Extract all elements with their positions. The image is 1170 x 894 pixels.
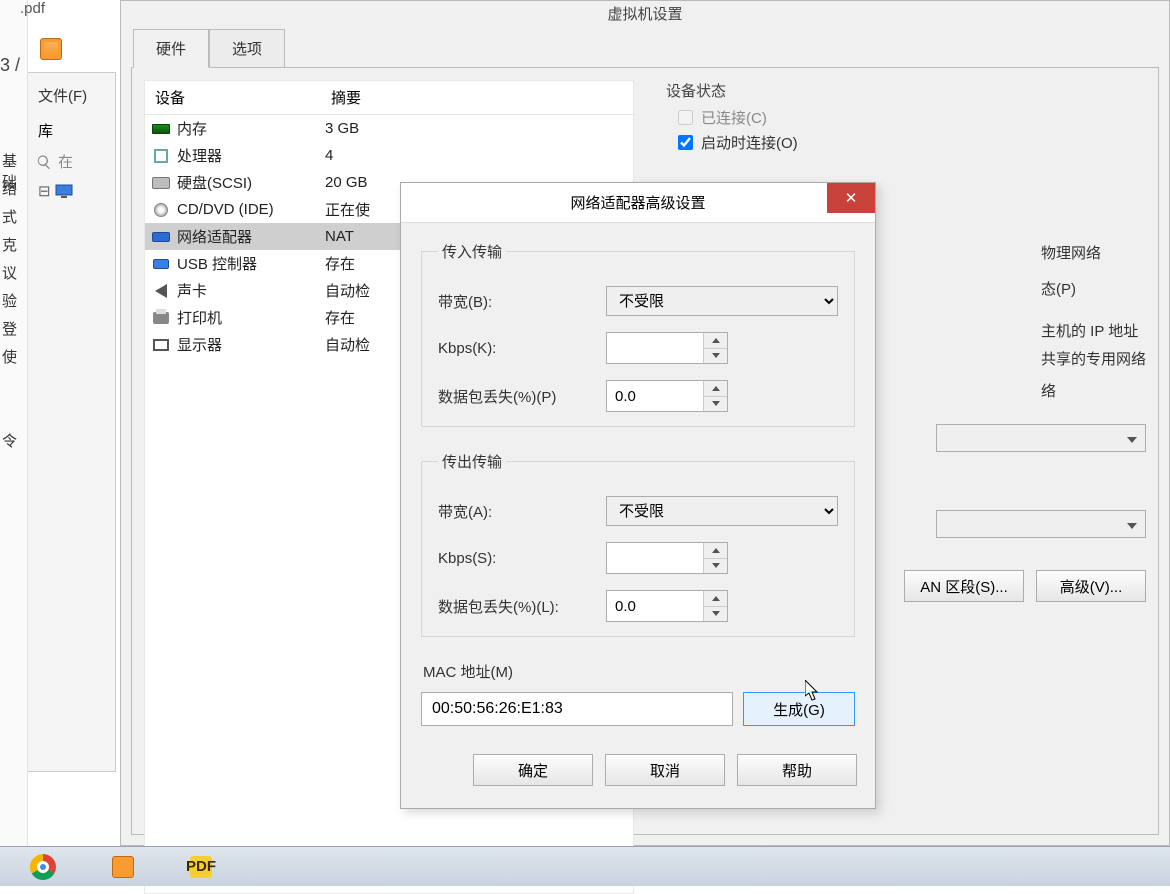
advanced-button[interactable]: 高级(V)... <box>1036 570 1146 602</box>
lan-segment-dropdown[interactable] <box>936 510 1146 538</box>
spinner-down-icon[interactable] <box>704 559 727 574</box>
taskbar[interactable]: PDF <box>0 846 1170 886</box>
mac-address-section: MAC 地址(M) 生成(G) <box>421 661 855 726</box>
spinner-down-icon[interactable] <box>704 607 727 622</box>
bandwidth-out-select[interactable]: 不受限 <box>606 496 838 526</box>
close-icon: ✕ <box>845 189 858 207</box>
bandwidth-in-select[interactable]: 不受限 <box>606 286 838 316</box>
device-list-header: 设备 摘要 <box>145 81 633 115</box>
incoming-legend: 传入传输 <box>438 241 506 262</box>
mac-address-label: MAC 地址(M) <box>421 661 855 682</box>
spinner-down-icon[interactable] <box>704 397 727 412</box>
advanced-settings-dialog: 网络适配器高级设置 ✕ 传入传输 带宽(B): 不受限 Kbps(K): <box>400 182 876 809</box>
close-button[interactable]: ✕ <box>827 183 875 213</box>
kbps-in-input[interactable] <box>607 333 703 363</box>
library-search[interactable]: 在 <box>28 147 115 180</box>
spinner-up-icon[interactable] <box>704 543 727 559</box>
packetloss-out-input[interactable] <box>607 591 703 621</box>
device-label: 打印机 <box>177 307 321 328</box>
device-label: 声卡 <box>177 280 321 301</box>
usb-icon <box>151 256 171 272</box>
cd-icon <box>151 202 171 218</box>
disp-icon <box>151 337 171 353</box>
packetloss-out-label: 数据包丢失(%)(L): <box>438 596 606 617</box>
connected-checkbox: 已连接(C) <box>662 105 1146 130</box>
vmware-taskbar-icon[interactable] <box>112 856 134 878</box>
page-indicator: 3 / <box>0 55 20 76</box>
incoming-group: 传入传输 带宽(B): 不受限 Kbps(K): 数据包丢失(%)(P) <box>421 241 855 427</box>
window-title: 虚拟机设置 <box>121 1 1169 29</box>
cpu-icon <box>151 148 171 164</box>
spinner-up-icon[interactable] <box>704 381 727 397</box>
col-device: 设备 <box>145 81 321 114</box>
hdd-icon <box>151 175 171 191</box>
search-icon <box>36 154 52 170</box>
pdf-taskbar-icon[interactable]: PDF <box>190 856 212 878</box>
tab-options[interactable]: 选项 <box>209 29 285 67</box>
generate-button[interactable]: 生成(G) <box>743 692 855 726</box>
ide-left-gutter: 基础 络 式 克 议 验 登 使 令 <box>0 0 28 846</box>
device-label: 内存 <box>177 118 321 139</box>
kbps-out-spinner[interactable] <box>606 542 728 574</box>
mem-icon <box>151 121 171 137</box>
device-settings-panel: 设备状态 已连接(C) 启动时连接(O) 物理网络 态(P) 主机的 IP 地址… <box>662 80 1146 155</box>
device-label: 硬盘(SCSI) <box>177 172 321 193</box>
file-menu[interactable]: 文件(F) <box>28 77 115 114</box>
device-state-label: 设备状态 <box>662 80 1146 101</box>
kbps-in-spinner[interactable] <box>606 332 728 364</box>
device-row-cpu[interactable]: 处理器4 <box>145 142 633 169</box>
outgoing-group: 传出传输 带宽(A): 不受限 Kbps(S): 数据包丢失(%)(L) <box>421 451 855 637</box>
packetloss-in-input[interactable] <box>607 381 703 411</box>
spinner-up-icon[interactable] <box>704 333 727 349</box>
library-tree-item[interactable]: ⊟ <box>28 180 115 202</box>
lan-segments-button[interactable]: AN 区段(S)... <box>904 570 1024 602</box>
packetloss-in-label: 数据包丢失(%)(P) <box>438 386 606 407</box>
device-label: 处理器 <box>177 145 321 166</box>
device-label: 显示器 <box>177 334 321 355</box>
kbps-out-input[interactable] <box>607 543 703 573</box>
ghost-text: 络 <box>1025 378 1146 406</box>
device-label: USB 控制器 <box>177 253 321 274</box>
library-label: 库 <box>28 114 115 147</box>
bandwidth-in-label: 带宽(B): <box>438 291 606 312</box>
ok-button[interactable]: 确定 <box>473 754 593 786</box>
search-placeholder: 在 <box>58 151 73 172</box>
device-summary: 3 GB <box>321 120 633 137</box>
ghost-text: 态(P) <box>1025 276 1146 304</box>
tab-hardware[interactable]: 硬件 <box>133 29 209 68</box>
monitor-icon <box>55 184 73 198</box>
outgoing-legend: 传出传输 <box>438 451 506 472</box>
connect-on-power-checkbox[interactable]: 启动时连接(O) <box>662 130 1146 155</box>
packetloss-out-spinner[interactable] <box>606 590 728 622</box>
ghost-text: 主机的 IP 地址 <box>1025 318 1146 346</box>
kbps-in-label: Kbps(K): <box>438 340 606 357</box>
device-label: CD/DVD (IDE) <box>177 201 321 218</box>
chrome-icon[interactable] <box>30 854 56 880</box>
ghost-text: 共享的专用网络 <box>1025 346 1146 374</box>
device-label: 网络适配器 <box>177 226 321 247</box>
net-icon <box>151 229 171 245</box>
help-button[interactable]: 帮助 <box>737 754 857 786</box>
cancel-button[interactable]: 取消 <box>605 754 725 786</box>
packetloss-in-spinner[interactable] <box>606 380 728 412</box>
ghost-text: 物理网络 <box>1025 240 1146 268</box>
device-row-mem[interactable]: 内存3 GB <box>145 115 633 142</box>
library-panel: 文件(F) 库 在 ⊟ <box>28 72 116 772</box>
bandwidth-out-label: 带宽(A): <box>438 501 606 522</box>
snd-icon <box>151 283 171 299</box>
spinner-up-icon[interactable] <box>704 591 727 607</box>
spinner-down-icon[interactable] <box>704 349 727 364</box>
mac-address-input[interactable] <box>421 692 733 726</box>
vmware-icon <box>40 38 62 60</box>
kbps-out-label: Kbps(S): <box>438 550 606 567</box>
col-summary: 摘要 <box>321 81 633 114</box>
dialog-title: 网络适配器高级设置 ✕ <box>401 183 875 223</box>
tab-ext-label: .pdf <box>20 0 45 17</box>
prn-icon <box>151 310 171 326</box>
device-summary: 4 <box>321 147 633 164</box>
network-dropdown[interactable] <box>936 424 1146 452</box>
